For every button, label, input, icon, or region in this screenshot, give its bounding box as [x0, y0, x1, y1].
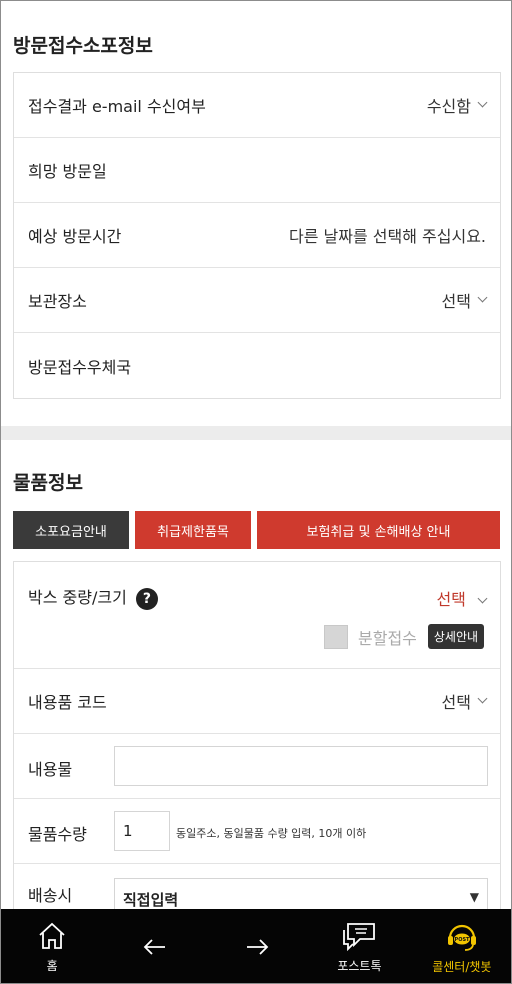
item-info-title: 물품정보 — [13, 472, 83, 494]
page: 방문접수소포정보 접수결과 e-mail 수신여부 수신함 희망 방문일 예상 … — [0, 0, 512, 984]
insurance-info-button[interactable]: 보험취급 및 손해배상 안내 — [257, 511, 500, 549]
chevron-down-icon[interactable] — [477, 693, 488, 703]
nav-back[interactable] — [103, 909, 205, 983]
visit-time-value: 다른 날짜를 선택해 주십시요. — [289, 227, 486, 246]
item-info-card: 박스 중량/크기 ? 선택 분할접수 상세안내 내용품 코드 선택 내용물 물품… — [13, 561, 501, 921]
visit-info-title: 방문접수소포정보 — [13, 35, 153, 57]
chevron-down-icon[interactable] — [477, 593, 488, 604]
nav-post-talk-label: 포스트톡 — [337, 958, 382, 973]
quantity-input[interactable] — [114, 811, 170, 851]
arrow-right-icon — [247, 939, 269, 955]
chevron-down-icon[interactable] — [477, 292, 488, 302]
box-size-row[interactable]: 박스 중량/크기 ? 선택 분할접수 상세안내 — [14, 562, 500, 669]
arrow-left-icon — [143, 939, 165, 955]
email-notify-label: 접수결과 e-mail 수신여부 — [28, 97, 206, 116]
restricted-items-button[interactable]: 취급제한품목 — [135, 511, 251, 549]
nav-call-center-label: 콜센터/챗봇 — [432, 959, 492, 974]
visit-date-row[interactable]: 희망 방문일 — [14, 138, 500, 203]
box-size-label: 박스 중량/크기 — [28, 588, 127, 607]
delivery-label: 배송시 — [28, 886, 73, 905]
visit-time-label: 예상 방문시간 — [28, 227, 122, 246]
contents-input[interactable] — [114, 746, 488, 786]
nav-post-talk[interactable]: 포스트톡 — [308, 909, 410, 983]
parcel-rates-button[interactable]: 소포요금안내 — [13, 511, 129, 549]
content-code-value[interactable]: 선택 — [442, 689, 471, 713]
email-notify-row[interactable]: 접수결과 e-mail 수신여부 수신함 — [14, 73, 500, 138]
box-size-value[interactable]: 선택 — [436, 590, 465, 609]
section-divider — [1, 426, 511, 440]
chevron-down-icon[interactable] — [477, 97, 488, 107]
visit-time-row: 예상 방문시간 다른 날짜를 선택해 주십시요. — [14, 203, 500, 268]
detail-info-button[interactable]: 상세안내 — [427, 624, 485, 649]
caret-down-icon: ▼ — [469, 890, 479, 904]
contents-row: 내용물 — [14, 734, 500, 799]
quantity-label: 물품수량 — [28, 825, 87, 844]
storage-place-label: 보관장소 — [28, 292, 87, 311]
visit-date-label: 희망 방문일 — [28, 162, 107, 181]
nav-call-center[interactable]: POST 콜센터/챗봇 — [411, 909, 511, 983]
content-code-row[interactable]: 내용품 코드 선택 — [14, 669, 500, 734]
bottom-nav: 홈 포스트톡 POST 콜센터/챗봇 — [1, 909, 511, 983]
help-icon[interactable]: ? — [135, 587, 158, 610]
storage-place-value[interactable]: 선택 — [442, 288, 471, 312]
chat-badge-text: POST — [454, 937, 470, 943]
info-buttons: 소포요금안내 취급제한품목 보험취급 및 손해배상 안내 — [13, 511, 500, 549]
chat-bubbles-icon — [343, 922, 376, 951]
content-code-label: 내용품 코드 — [28, 693, 107, 712]
home-icon — [39, 922, 65, 949]
contents-label: 내용물 — [28, 760, 73, 779]
post-office-label: 방문접수우체국 — [28, 357, 132, 377]
email-notify-value[interactable]: 수신함 — [427, 93, 471, 117]
delivery-selected-value: 직접입력 — [123, 891, 179, 909]
nav-home-label: 홈 — [46, 958, 58, 973]
post-office-row: 방문접수우체국 — [14, 333, 500, 398]
storage-place-row[interactable]: 보관장소 선택 — [14, 268, 500, 333]
quantity-note: 동일주소, 동일물품 수량 입력, 10개 이하 — [176, 827, 367, 840]
nav-forward[interactable] — [206, 909, 308, 983]
visit-info-card: 접수결과 e-mail 수신여부 수신함 희망 방문일 예상 방문시간 다른 날… — [13, 72, 501, 399]
nav-home[interactable]: 홈 — [1, 909, 103, 983]
split-checkbox[interactable] — [324, 624, 348, 649]
headset-chat-icon: POST — [447, 924, 476, 951]
quantity-row: 물품수량 동일주소, 동일물품 수량 입력, 10개 이하 — [14, 799, 500, 864]
split-label: 분할접수 — [358, 628, 417, 648]
